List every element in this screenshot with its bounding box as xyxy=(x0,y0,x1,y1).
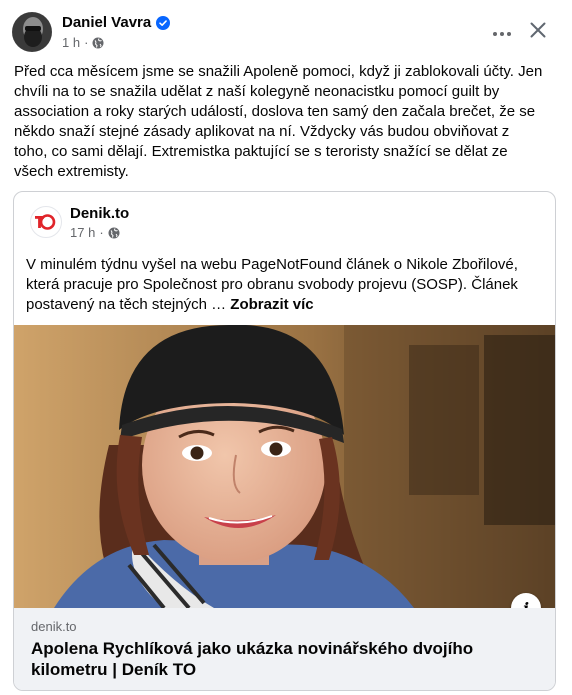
more-options-icon xyxy=(492,24,512,42)
shared-post-text: V minulém týdnu vyšel na webu PageNotFou… xyxy=(26,255,546,315)
globe-icon xyxy=(92,37,104,49)
shared-post-time[interactable]: 17 h xyxy=(70,225,95,240)
author-avatar[interactable] xyxy=(12,12,52,52)
author-name[interactable]: Daniel Vavra xyxy=(62,14,151,31)
link-preview-footer[interactable]: denik.to Apolena Rychlíková jako ukázka … xyxy=(14,608,555,690)
link-domain: denik.to xyxy=(31,619,77,634)
source-name[interactable]: Denik.to xyxy=(70,205,129,222)
shared-post-card[interactable]: Denik.to 17 h · V minulém týdnu vyšel na… xyxy=(13,191,556,691)
meta-separator: · xyxy=(84,35,89,50)
post-meta: 1 h · xyxy=(62,35,104,50)
shared-meta-separator: · xyxy=(99,225,104,240)
globe-icon xyxy=(108,227,120,239)
article-photo[interactable] xyxy=(14,325,555,608)
post-text: Před cca měsícem jsme se snažili Apoleně… xyxy=(14,63,543,180)
close-icon xyxy=(530,22,546,43)
source-logo[interactable] xyxy=(30,206,62,238)
facebook-post: Daniel Vavra 1 h · Před cca měsícem jsme… xyxy=(0,0,572,695)
shared-post-meta: 17 h · xyxy=(70,225,120,240)
link-headline[interactable]: Apolena Rychlíková jako ukázka novinářsk… xyxy=(31,638,531,680)
author-name-row: Daniel Vavra xyxy=(62,14,171,31)
more-options-button[interactable] xyxy=(486,19,518,47)
post-time[interactable]: 1 h xyxy=(62,35,80,50)
close-button[interactable] xyxy=(522,16,554,48)
denik-to-logo-icon xyxy=(35,214,56,230)
verified-badge-icon xyxy=(156,15,171,30)
see-more-link[interactable]: Zobrazit víc xyxy=(230,296,313,313)
